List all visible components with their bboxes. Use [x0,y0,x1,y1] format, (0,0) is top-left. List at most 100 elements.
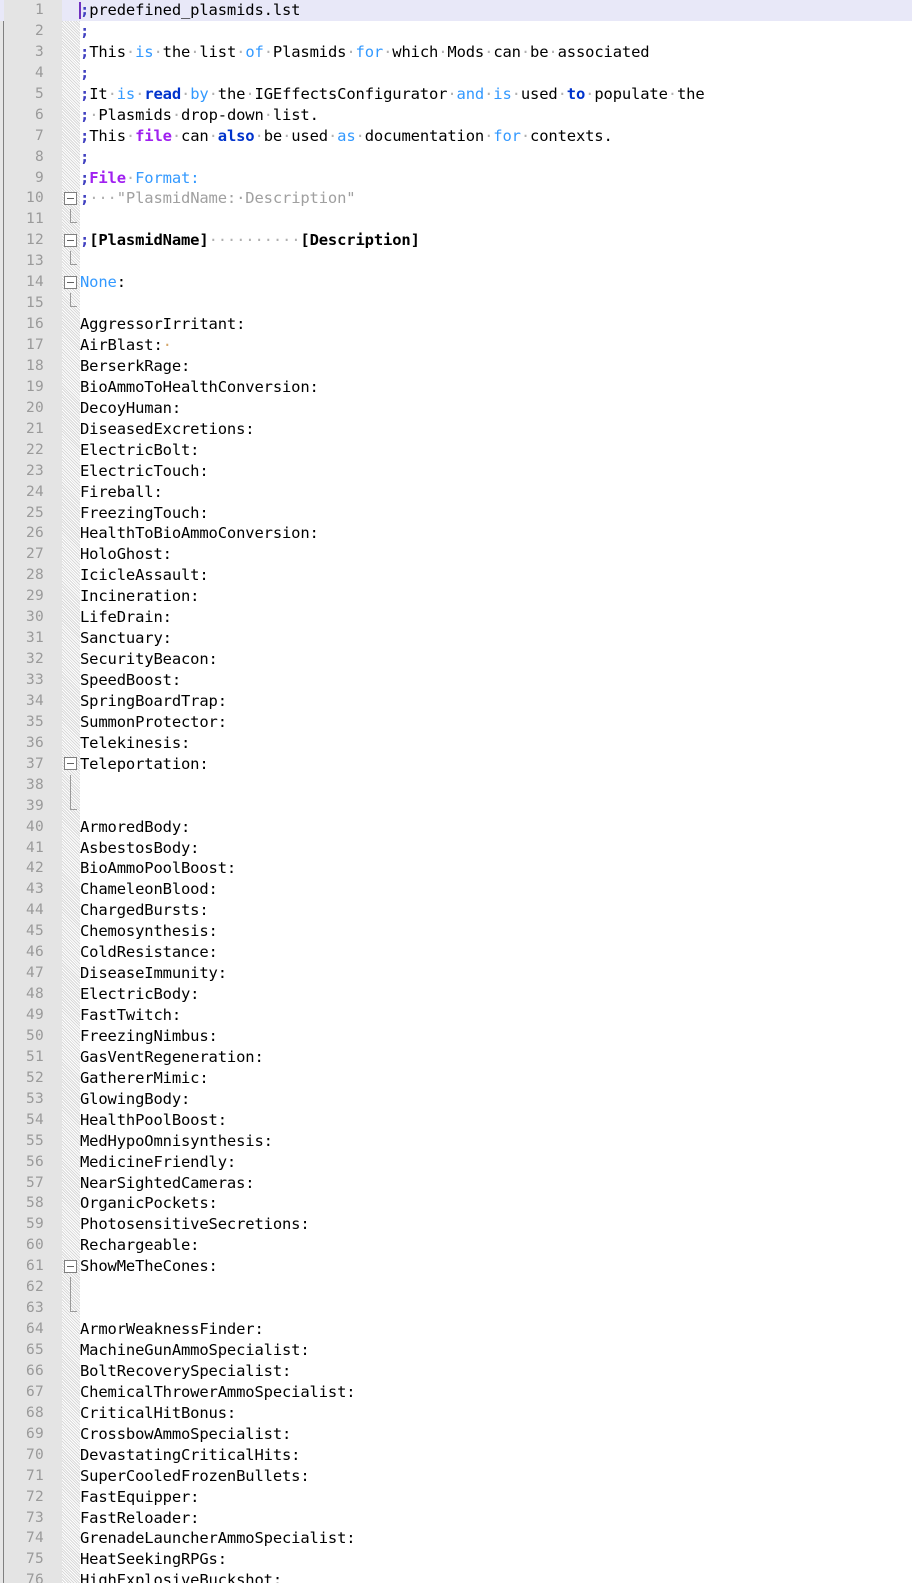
code-line[interactable]: 49 FastTwitch: [0,1005,912,1026]
fold-cell-empty [62,921,80,942]
code-line[interactable]: 63 [0,1298,912,1319]
code-line[interactable]: 7 ;This·file·can·also·be·used·as·document… [0,126,912,147]
code-line[interactable]: 33 SpeedBoost: [0,670,912,691]
code-line[interactable]: 51 GasVentRegeneration: [0,1047,912,1068]
code-line[interactable]: 31 Sanctuary: [0,628,912,649]
code-lines-container[interactable]: 1 ;predefined_plasmids.lst 2; 3 ;This·is·the… [0,0,912,1583]
code-line[interactable]: 13 [0,251,912,272]
code-line[interactable]: 1 ;predefined_plasmids.lst [0,0,912,21]
code-line[interactable]: 66 BoltRecoverySpecialist: [0,1361,912,1382]
code-line[interactable]: 44 ChargedBursts: [0,900,912,921]
code-line[interactable]: 4; [0,63,912,84]
code-line[interactable]: 60 Rechargeable: [0,1235,912,1256]
code-line[interactable]: 74 GrenadeLauncherAmmoSpecialist: [0,1528,912,1549]
code-line[interactable]: 40 ArmoredBody: [0,817,912,838]
code-line[interactable]: 64 ArmorWeaknessFinder: [0,1319,912,1340]
code-line[interactable]: 28 IcicleAssault: [0,565,912,586]
code-line[interactable]: 20 DecoyHuman: [0,398,912,419]
fold-collapse-icon[interactable] [62,754,80,775]
code-line[interactable]: 53 GlowingBody: [0,1089,912,1110]
code-line[interactable]: 2; [0,21,912,42]
code-line[interactable]: 19 BioAmmoToHealthConversion: [0,377,912,398]
code-line[interactable]: 69 CrossbowAmmoSpecialist: [0,1424,912,1445]
fold-cell-empty [62,1193,80,1214]
code-line[interactable]: 62 [0,1277,912,1299]
code-line[interactable]: 43 ChameleonBlood: [0,879,912,900]
code-line[interactable]: 38 [0,774,912,796]
code-line[interactable]: 58 OrganicPockets: [0,1193,912,1214]
code-line[interactable]: 34 SpringBoardTrap: [0,691,912,712]
code-token: GrenadeLauncherAmmoSpecialist: [80,1529,356,1548]
fold-cell-empty [62,0,80,21]
code-line[interactable]: 56 MedicineFriendly: [0,1152,912,1173]
code-line[interactable]: 47 DiseaseImmunity: [0,963,912,984]
code-line[interactable]: 67 ChemicalThrowerAmmoSpecialist: [0,1382,912,1403]
code-line[interactable]: 68 CriticalHitBonus: [0,1403,912,1424]
code-line[interactable]: 14 None: [0,272,912,293]
fold-collapse-icon[interactable] [62,188,80,209]
fold-cell-empty [62,586,80,607]
code-line[interactable]: 27 HoloGhost: [0,544,912,565]
code-line[interactable]: 42 BioAmmoPoolBoost: [0,858,912,879]
code-line[interactable]: 32 SecurityBeacon: [0,649,912,670]
code-line[interactable]: 70 DevastatingCriticalHits: [0,1445,912,1466]
code-line[interactable]: 37 Teleportation: [0,754,912,775]
code-line[interactable]: 65 MachineGunAmmoSpecialist: [0,1340,912,1361]
fold-collapse-icon[interactable] [62,1256,80,1277]
code-line[interactable]: 21 DiseasedExcretions: [0,419,912,440]
code-line[interactable]: 45 Chemosynthesis: [0,921,912,942]
fold-collapse-icon[interactable] [62,272,80,293]
code-line[interactable]: 11 [0,209,912,230]
code-line[interactable]: 23 ElectricTouch: [0,461,912,482]
code-line[interactable]: 17 AirBlast:· [0,335,912,356]
fold-cell-empty [62,1026,80,1047]
code-line[interactable]: 9 ;File·Format: [0,168,912,189]
code-line[interactable]: 22 ElectricBolt: [0,440,912,461]
code-line[interactable]: 24 Fireball: [0,482,912,503]
code-line[interactable]: 73 FastReloader: [0,1508,912,1529]
code-line[interactable]: 72 FastEquipper: [0,1487,912,1508]
line-number: 70 [25,1446,44,1463]
code-line[interactable]: 25 FreezingTouch: [0,503,912,524]
code-line[interactable]: 54 HealthPoolBoost: [0,1110,912,1131]
code-line[interactable]: 55 MedHypoOmnisynthesis: [0,1131,912,1152]
code-line[interactable]: 52 GathererMimic: [0,1068,912,1089]
code-line[interactable]: 8; [0,147,912,168]
code-line[interactable]: 36 Telekinesis: [0,733,912,754]
code-line[interactable]: 61 ShowMeTheCones: [0,1256,912,1277]
code-line[interactable]: 76 HighExplosiveBuckshot: [0,1570,912,1583]
code-line[interactable]: 16 AggressorIrritant: [0,314,912,335]
code-line[interactable]: 3 ;This·is·the·list·of·Plasmids·for·which… [0,42,912,63]
fold-collapse-icon[interactable] [62,230,80,251]
code-token: AsbestosBody: [80,838,200,857]
code-line[interactable]: 12 ;[PlasmidName]··········[Description] [0,230,912,251]
code-editor[interactable]: 1 ;predefined_plasmids.lst 2; 3 ;This·is·the… [0,0,912,1583]
code-line[interactable]: 26 HealthToBioAmmoConversion: [0,523,912,544]
code-line[interactable]: 48 ElectricBody: [0,984,912,1005]
code-line[interactable]: 57 NearSightedCameras: [0,1173,912,1194]
code-token: · [254,126,264,145]
code-line-text [80,1298,912,1319]
code-line[interactable]: 50 FreezingNimbus: [0,1026,912,1047]
code-line[interactable]: 71 SuperCooledFrozenBullets: [0,1466,912,1487]
code-line[interactable]: 75 HeatSeekingRPGs: [0,1549,912,1570]
code-line-text: Chemosynthesis: [80,921,912,942]
code-line[interactable]: 35 SummonProtector: [0,712,912,733]
code-line[interactable]: 10 ;···"PlasmidName:·Description" [0,188,912,209]
code-line-text: Sanctuary: [80,628,912,649]
code-line[interactable]: 6 ;·Plasmids·drop-down·list. [0,105,912,126]
code-token: ; [80,231,90,250]
code-line[interactable]: 18 BerserkRage: [0,356,912,377]
code-line[interactable]: 5 ;It·is·read·by·the·IGEffectsConfigurato… [0,84,912,105]
code-line[interactable]: 29 Incineration: [0,586,912,607]
fold-cell-empty [62,984,80,1005]
line-number: 58 [25,1195,44,1212]
fold-cell-empty [62,649,80,670]
line-number: 4 [34,64,44,81]
code-line[interactable]: 41 AsbestosBody: [0,838,912,859]
code-line[interactable]: 39 [0,795,912,817]
code-line[interactable]: 15 [0,293,912,314]
code-line[interactable]: 46 ColdResistance: [0,942,912,963]
code-line[interactable]: 30 LifeDrain: [0,607,912,628]
code-line[interactable]: 59 PhotosensitiveSecretions: [0,1214,912,1235]
